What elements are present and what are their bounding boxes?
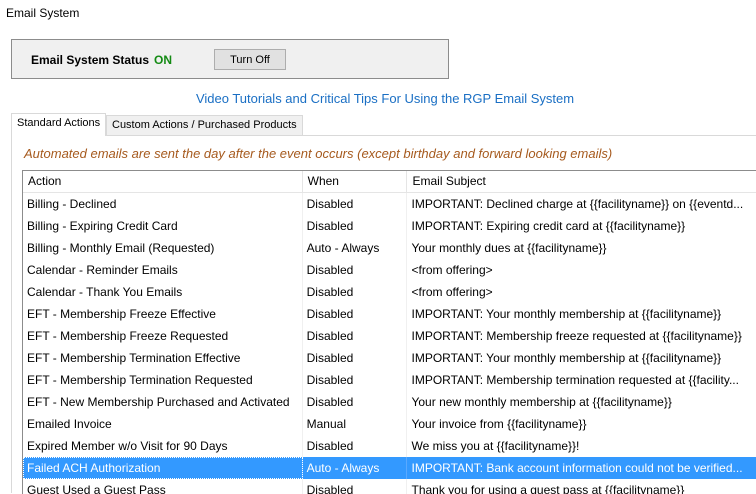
table-row[interactable]: EFT - New Membership Purchased and Activ…: [23, 391, 756, 413]
status-label: Email System Status: [31, 53, 150, 67]
cell-email-subject[interactable]: IMPORTANT: Membership freeze requested a…: [407, 325, 756, 347]
cell-when[interactable]: Disabled: [303, 303, 408, 325]
cell-when[interactable]: Disabled: [303, 347, 408, 369]
tab-strip: Standard Actions Custom Actions / Purcha…: [11, 113, 751, 136]
column-header-when[interactable]: When: [303, 171, 408, 192]
cell-action[interactable]: Billing - Expiring Credit Card: [23, 215, 303, 237]
cell-action[interactable]: Billing - Declined: [23, 193, 303, 215]
cell-action[interactable]: EFT - New Membership Purchased and Activ…: [23, 391, 303, 413]
cell-action[interactable]: Failed ACH Authorization: [23, 457, 303, 479]
cell-when[interactable]: Disabled: [303, 435, 408, 457]
table-row[interactable]: EFT - Membership Termination Requested Di…: [23, 369, 756, 391]
turn-off-button[interactable]: Turn Off: [214, 49, 286, 70]
cell-when[interactable]: Disabled: [303, 281, 408, 303]
cell-action[interactable]: Calendar - Thank You Emails: [23, 281, 303, 303]
table-row[interactable]: Guest Used a Guest Pass Disabled Thank you…: [23, 479, 756, 494]
column-header-action[interactable]: Action: [23, 171, 303, 192]
cell-action[interactable]: Emailed Invoice: [23, 413, 303, 435]
table-row[interactable]: Billing - Expiring Credit Card Disabled IM…: [23, 215, 756, 237]
notice-text: Automated emails are sent the day after …: [24, 146, 613, 161]
status-panel: Email System Status ON Turn Off: [11, 39, 449, 79]
cell-action[interactable]: Guest Used a Guest Pass: [23, 479, 303, 494]
table-row[interactable]: EFT - Membership Termination Effective Di…: [23, 347, 756, 369]
cell-when[interactable]: Disabled: [303, 325, 408, 347]
cell-email-subject[interactable]: Thank you for using a guest pass at {{fa…: [407, 479, 756, 494]
cell-when[interactable]: Disabled: [303, 391, 408, 413]
cell-action[interactable]: Expired Member w/o Visit for 90 Days: [23, 435, 303, 457]
column-header-email-subject[interactable]: Email Subject: [407, 171, 756, 192]
table-row[interactable]: Billing - Monthly Email (Requested) Auto …: [23, 237, 756, 259]
cell-action[interactable]: EFT - Membership Freeze Requested: [23, 325, 303, 347]
cell-action[interactable]: EFT - Membership Termination Requested: [23, 369, 303, 391]
cell-action[interactable]: Billing - Monthly Email (Requested): [23, 237, 303, 259]
cell-when[interactable]: Auto - Always: [303, 237, 408, 259]
table-row[interactable]: Emailed Invoice Manual Your invoice from {…: [23, 413, 756, 435]
cell-when[interactable]: Manual: [303, 413, 408, 435]
cell-when[interactable]: Auto - Always: [303, 457, 408, 479]
cell-email-subject[interactable]: <from offering>: [407, 281, 756, 303]
cell-email-subject[interactable]: IMPORTANT: Bank account information coul…: [407, 457, 756, 479]
cell-action[interactable]: EFT - Membership Freeze Effective: [23, 303, 303, 325]
cell-when[interactable]: Disabled: [303, 193, 408, 215]
grid-header: Action When Email Subject: [23, 171, 756, 193]
cell-email-subject[interactable]: Your monthly dues at {{facilityname}}: [407, 237, 756, 259]
window-title: Email System: [6, 6, 80, 20]
cell-when[interactable]: Disabled: [303, 479, 408, 494]
cell-email-subject[interactable]: IMPORTANT: Expiring credit card at {{fac…: [407, 215, 756, 237]
table-row[interactable]: Expired Member w/o Visit for 90 Days Disa…: [23, 435, 756, 457]
tutorial-link[interactable]: Video Tutorials and Critical Tips For Us…: [0, 91, 756, 106]
cell-email-subject[interactable]: IMPORTANT: Your monthly membership at {{…: [407, 303, 756, 325]
grid-body: Billing - Declined Disabled IMPORTANT: Dec…: [23, 193, 756, 494]
table-row[interactable]: EFT - Membership Freeze Requested Disable…: [23, 325, 756, 347]
cell-email-subject[interactable]: IMPORTANT: Your monthly membership at {{…: [407, 347, 756, 369]
table-row[interactable]: Failed ACH Authorization Auto - Always IMP…: [23, 457, 756, 479]
status-value: ON: [154, 53, 172, 67]
cell-email-subject[interactable]: IMPORTANT: Declined charge at {{facility…: [407, 193, 756, 215]
cell-action[interactable]: Calendar - Reminder Emails: [23, 259, 303, 281]
tab-custom-actions[interactable]: Custom Actions / Purchased Products: [106, 115, 303, 135]
cell-email-subject[interactable]: <from offering>: [407, 259, 756, 281]
cell-email-subject[interactable]: We miss you at {{facilityname}}!: [407, 435, 756, 457]
actions-grid: Action When Email Subject Billing - Decl…: [22, 170, 756, 494]
cell-email-subject[interactable]: Your invoice from {{facilityname}}: [407, 413, 756, 435]
cell-action[interactable]: EFT - Membership Termination Effective: [23, 347, 303, 369]
cell-when[interactable]: Disabled: [303, 369, 408, 391]
table-row[interactable]: EFT - Membership Freeze Effective Disable…: [23, 303, 756, 325]
cell-email-subject[interactable]: IMPORTANT: Membership termination reques…: [407, 369, 756, 391]
cell-when[interactable]: Disabled: [303, 215, 408, 237]
tab-panel: Automated emails are sent the day after …: [11, 135, 756, 494]
tab-standard-actions[interactable]: Standard Actions: [11, 113, 107, 136]
cell-when[interactable]: Disabled: [303, 259, 408, 281]
table-row[interactable]: Calendar - Thank You Emails Disabled <from…: [23, 281, 756, 303]
cell-email-subject[interactable]: Your new monthly membership at {{facilit…: [407, 391, 756, 413]
table-row[interactable]: Billing - Declined Disabled IMPORTANT: Dec…: [23, 193, 756, 215]
table-row[interactable]: Calendar - Reminder Emails Disabled <from …: [23, 259, 756, 281]
